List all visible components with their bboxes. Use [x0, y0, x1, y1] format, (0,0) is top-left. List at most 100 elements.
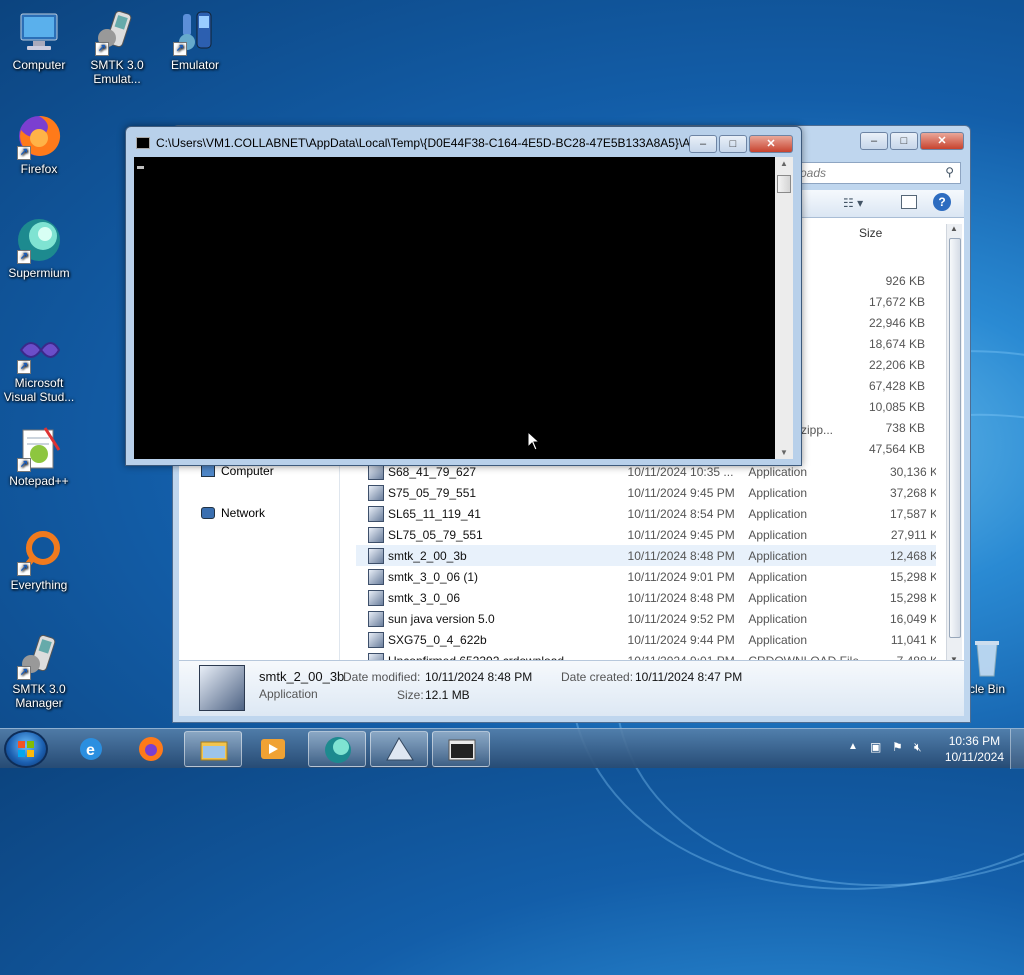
search-input[interactable]: oads ⚲	[793, 162, 961, 184]
file-row[interactable]: SL65_11_119_41 10/11/2024 8:54 PM Applicat…	[356, 503, 936, 524]
file-name: SL75_05_79_551	[387, 527, 483, 542]
file-row[interactable]: smtk_3_0_06 (1) 10/11/2024 9:01 PM Applica…	[356, 566, 936, 587]
taskbar-cmd-button[interactable]	[432, 731, 490, 767]
clock[interactable]: 10:36 PM 10/11/2024	[945, 733, 1004, 765]
nav-item-label: Network	[221, 506, 266, 520]
desktop-icon-firefox[interactable]: ↗ Firefox	[2, 112, 76, 176]
partial-size-cell: 22,206 KB	[868, 358, 925, 372]
taskbar-media-player-button[interactable]	[244, 731, 302, 767]
desktop-icon-smtk-emulator[interactable]: ↗ SMTK 3.0 Emulat...	[80, 8, 154, 86]
file-name: sun java version 5.0	[387, 611, 495, 626]
file-row[interactable]: S75_05_79_551 10/11/2024 9:45 PM Applicati…	[356, 482, 936, 503]
nav-item-computer[interactable]: Computer	[201, 464, 274, 478]
desktop-icon-smtk-manager[interactable]: ↗ SMTK 3.0 Manager	[2, 632, 76, 710]
taskbar-explorer-button[interactable]	[184, 731, 242, 767]
action-center-icon[interactable]: ⚑	[892, 740, 903, 754]
file-row[interactable]: smtk_3_0_06 10/11/2024 8:48 PM Application…	[356, 587, 936, 608]
taskbar-ie-button[interactable]: e	[62, 731, 120, 767]
desktop-icon-label: SMTK 3.0 Emulat...	[90, 58, 144, 86]
desktop-icon-label: Emulator	[170, 58, 220, 72]
start-button[interactable]	[4, 730, 48, 768]
file-row[interactable]: sun java version 5.0 10/11/2024 9:52 PM Ap…	[356, 608, 936, 629]
mouse-pointer-icon	[527, 431, 541, 451]
close-button[interactable]: ✕	[749, 135, 793, 153]
scroll-up-arrow[interactable]: ▲	[780, 159, 788, 168]
supermium-icon: ↗	[15, 216, 63, 264]
cmd-icon	[448, 739, 476, 761]
file-name: S68_41_79_627	[387, 464, 477, 479]
details-size: 12.1 MB	[425, 688, 470, 702]
scroll-thumb[interactable]	[777, 175, 791, 193]
details-date-modified: 10/11/2024 8:48 PM	[425, 670, 533, 684]
application-file-icon	[368, 505, 384, 522]
console-output[interactable]	[134, 157, 775, 459]
taskbar-smtk-button[interactable]	[370, 731, 428, 767]
system-tray: ▲ ▣ ⚑ 🔇︎ 10:36 PM 10/11/2024	[834, 729, 1024, 769]
details-date-modified-label: Date modified:	[343, 670, 421, 684]
maximize-button[interactable]: □	[890, 132, 918, 150]
file-size: 15,298 KB	[889, 590, 936, 605]
application-file-icon	[368, 526, 384, 543]
desktop-icon-label: Everything	[10, 578, 68, 592]
nav-pane-divider	[339, 462, 340, 662]
scroll-thumb[interactable]	[949, 238, 961, 638]
cmd-icon	[136, 137, 150, 149]
desktop-icon-everything[interactable]: ↗ Everything	[2, 528, 76, 592]
details-date-created: 10/11/2024 8:47 PM	[635, 670, 743, 684]
desktop-icon-emulator[interactable]: ↗ Emulator	[158, 8, 232, 72]
volume-muted-icon[interactable]: 🔇︎	[914, 740, 922, 755]
vertical-scrollbar[interactable]: ▲ ▼	[946, 224, 962, 664]
minimize-button[interactable]: –	[689, 135, 717, 153]
file-date: 10/11/2024 8:54 PM	[627, 506, 735, 521]
partial-size-cell: 22,946 KB	[868, 316, 925, 330]
ie-icon: e	[80, 738, 102, 760]
file-size: 16,049 KB	[889, 611, 936, 626]
partial-size-cell: 738 KB	[885, 421, 925, 435]
nav-item-network[interactable]: Network	[201, 506, 265, 520]
console-scrollbar[interactable]: ▲ ▼	[775, 157, 793, 459]
cmd-window[interactable]: C:\Users\VM1.COLLABNET\AppData\Local\Tem…	[125, 126, 802, 466]
network-icon	[201, 507, 215, 519]
application-file-icon	[368, 610, 384, 627]
file-row[interactable]: smtk_2_00_3b 10/11/2024 8:48 PM Applicatio…	[356, 545, 936, 566]
minimize-button[interactable]: –	[860, 132, 888, 150]
desktop-icon-visual-studio[interactable]: ↗ Microsoft Visual Stud...	[2, 326, 76, 404]
taskbar: e ▲ ▣ ⚑ 🔇︎ 10:36 PM 10/11/2024	[0, 728, 1024, 769]
scroll-down-arrow[interactable]: ▼	[780, 448, 788, 457]
file-row[interactable]: SL75_05_79_551 10/11/2024 9:45 PM Applicat…	[356, 524, 936, 545]
search-placeholder: oads	[800, 166, 827, 180]
partial-type-text: (zipp...	[797, 423, 834, 437]
scroll-up-arrow[interactable]: ▲	[950, 224, 958, 233]
taskbar-firefox-button[interactable]	[122, 731, 180, 767]
preview-pane-icon[interactable]	[901, 195, 917, 209]
file-type: Application	[748, 590, 808, 605]
visual-studio-icon: ↗	[15, 326, 63, 374]
maximize-button[interactable]: □	[719, 135, 747, 153]
file-row[interactable]: SXG75_0_4_622b 10/11/2024 9:44 PM Applicat…	[356, 629, 936, 650]
desktop-icon-computer[interactable]: Computer	[2, 8, 76, 72]
windows-logo-icon	[18, 741, 34, 757]
file-name: SL65_11_119_41	[387, 506, 481, 521]
cmd-window-title: C:\Users\VM1.COLLABNET\AppData\Local\Tem…	[156, 136, 696, 150]
desktop-icon-notepadpp[interactable]: ↗ Notepad++	[2, 424, 76, 488]
file-date: 10/11/2024 9:52 PM	[627, 611, 735, 626]
desktop-icon-supermium[interactable]: ↗ Supermium	[2, 216, 76, 280]
phone-app-icon: ↗	[171, 8, 219, 56]
column-header-size[interactable]: Size	[859, 226, 882, 240]
file-date: 10/11/2024 9:01 PM	[627, 569, 735, 584]
network-tray-icon[interactable]: ▣	[870, 740, 881, 754]
taskbar-supermium-button[interactable]	[308, 731, 366, 767]
file-name: smtk_3_0_06	[387, 590, 461, 605]
file-type: Application	[748, 527, 808, 542]
search-icon[interactable]: ⚲	[945, 165, 954, 179]
partial-size-cell: 18,674 KB	[868, 337, 925, 351]
show-desktop-button[interactable]	[1010, 729, 1024, 769]
view-options-icon[interactable]: ☷ ▾	[843, 196, 863, 210]
desktop-icon-label: Microsoft Visual Stud...	[3, 376, 75, 404]
file-type: Application	[748, 506, 808, 521]
file-type: Application	[748, 569, 808, 584]
close-button[interactable]: ✕	[920, 132, 964, 150]
application-file-icon	[368, 547, 384, 564]
show-hidden-icons-button[interactable]: ▲	[848, 741, 858, 752]
help-icon[interactable]: ?	[933, 193, 951, 211]
